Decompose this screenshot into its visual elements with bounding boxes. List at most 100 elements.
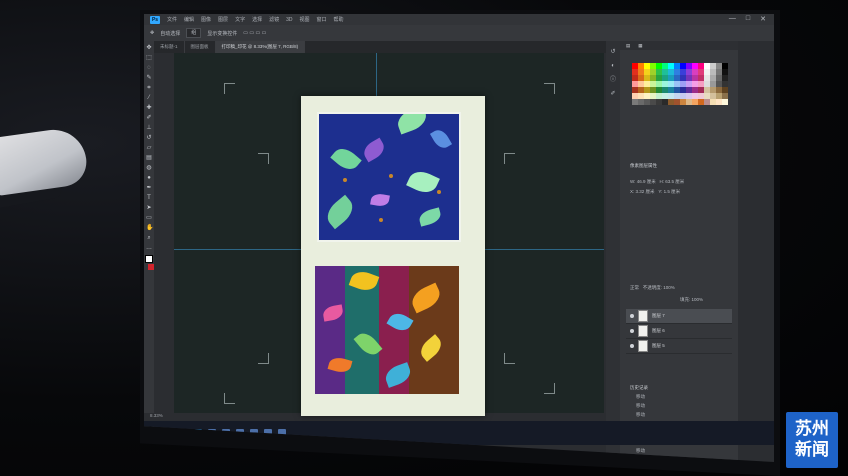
color-panel-tab-icon[interactable]: ▤ <box>626 41 630 50</box>
status-bar: 8.33% <box>144 413 210 421</box>
y-field[interactable]: 1.5 厘米 <box>664 189 681 194</box>
photoshop-window: Ps 文件 编辑 图像 图层 文字 选择 滤镜 3D 视图 窗口 帮助 — □ … <box>144 14 774 462</box>
floral-print-blue[interactable] <box>317 112 461 242</box>
print-dot <box>379 218 383 222</box>
history-icon[interactable]: ↺ <box>610 49 616 55</box>
print-petal <box>360 137 388 163</box>
brush-icon[interactable]: ✐ <box>146 115 152 121</box>
history-step[interactable]: 移动 <box>626 446 732 455</box>
more-tools-icon[interactable]: … <box>146 245 152 251</box>
pen-icon[interactable]: ✒ <box>146 185 152 191</box>
type-icon[interactable]: T <box>146 195 152 201</box>
y-label: Y: <box>658 189 663 194</box>
move-icon[interactable]: ✥ <box>146 45 152 51</box>
visibility-eye-icon[interactable] <box>630 329 634 333</box>
menu-edit[interactable]: 编辑 <box>184 16 194 23</box>
crop-mark <box>258 353 269 364</box>
layer-row-selected[interactable]: 图层 7 <box>626 309 732 324</box>
width-field[interactable]: 46.9 厘米 <box>637 179 656 184</box>
menu-filter[interactable]: 滤镜 <box>269 16 279 23</box>
show-transform-controls-label[interactable]: 显示变换控件 <box>207 30 237 37</box>
fill-field[interactable]: 100% <box>692 297 704 302</box>
healing-icon[interactable]: ✚ <box>146 105 152 111</box>
history-step[interactable]: 移动 <box>626 410 732 419</box>
crop-mark <box>544 83 555 94</box>
watermark-line1: 苏州 <box>795 419 829 439</box>
collapsed-panel-strip: ↺ ◐ ⓘ ✐ <box>606 41 620 462</box>
zoom-level[interactable]: 8.33% <box>150 413 163 418</box>
menu-view[interactable]: 视图 <box>300 16 310 23</box>
print-leaf <box>417 207 443 227</box>
crop-icon[interactable]: ⌗ <box>146 85 152 91</box>
visibility-eye-icon[interactable] <box>630 344 634 348</box>
height-field[interactable]: 63.5 厘米 <box>665 179 684 184</box>
adjustments-icon[interactable]: ◐ <box>610 63 616 69</box>
auto-select-checkbox-label[interactable]: 自动选择 <box>160 30 180 37</box>
layer-row[interactable]: 图层 6 <box>626 324 732 339</box>
foreground-color-swatch[interactable] <box>145 255 153 263</box>
opacity-label: 不透明度: <box>642 285 663 290</box>
lasso-icon[interactable]: ◌ <box>146 65 152 71</box>
suzhou-news-watermark: 苏州 新闻 <box>786 412 838 468</box>
menu-3d[interactable]: 3D <box>286 17 292 23</box>
layer-name: 图层 6 <box>652 328 665 333</box>
menu-image[interactable]: 图像 <box>201 16 211 23</box>
minimize-button[interactable]: — <box>729 15 736 23</box>
auto-select-dropdown[interactable]: 组 <box>186 28 202 38</box>
x-field[interactable]: 3.32 厘米 <box>636 189 655 194</box>
quick-select-icon[interactable]: ✎ <box>146 75 152 81</box>
print-petal <box>429 126 453 152</box>
history-step[interactable]: 移动 <box>626 392 732 401</box>
print-leaf <box>330 143 362 175</box>
background-color-swatch[interactable] <box>148 264 154 270</box>
info-icon[interactable]: ⓘ <box>610 77 616 83</box>
menu-layer[interactable]: 图层 <box>218 16 228 23</box>
stamp-icon[interactable]: ⊥ <box>146 125 152 131</box>
color-swatch[interactable] <box>722 99 728 105</box>
width-label: W: <box>630 179 636 184</box>
document-tab-active[interactable]: 打印稿_印花 @ 8.33%(图层 7, RGB/8) <box>215 41 306 53</box>
eraser-icon[interactable]: ▱ <box>146 145 152 151</box>
history-brush-icon[interactable]: ↺ <box>146 135 152 141</box>
swatches-panel-tab-icon[interactable]: ▦ <box>638 41 642 50</box>
blur-icon[interactable]: ◍ <box>146 165 152 171</box>
close-button[interactable]: ✕ <box>760 15 766 23</box>
properties-panel-title: 像素图层属性 <box>630 163 657 168</box>
layer-thumbnail <box>638 340 648 352</box>
move-tool-icon[interactable]: ✥ <box>150 30 154 36</box>
tools-panel: ✥ ⬚ ◌ ✎ ⌗ ⁄ ✚ ✐ ⊥ ↺ ▱ ▤ ◍ ● ✒ T ➤ ▭ ✋ ⌕ … <box>144 41 154 462</box>
layer-row[interactable]: 图层 5 <box>626 339 732 354</box>
print-petal <box>370 192 390 208</box>
hand-icon[interactable]: ✋ <box>146 225 153 231</box>
document-tab[interactable]: 未标题-1 <box>154 41 185 53</box>
document-artboard[interactable] <box>301 96 485 416</box>
swatches-grid <box>632 63 728 105</box>
menu-file[interactable]: 文件 <box>167 16 177 23</box>
shape-icon[interactable]: ▭ <box>146 215 152 221</box>
dodge-icon[interactable]: ● <box>146 175 152 181</box>
blend-mode-dropdown[interactable]: 正常 <box>630 285 639 290</box>
menu-select[interactable]: 选择 <box>252 16 262 23</box>
brush-settings-icon[interactable]: ✐ <box>610 91 616 97</box>
menu-type[interactable]: 文字 <box>235 16 245 23</box>
menu-window[interactable]: 窗口 <box>317 16 327 23</box>
history-panel-title: 历史记录 <box>630 385 648 390</box>
path-select-icon[interactable]: ➤ <box>146 205 152 211</box>
eyedropper-icon[interactable]: ⁄ <box>146 95 152 101</box>
print-stripe <box>315 266 345 394</box>
history-step[interactable]: 移动 <box>626 401 732 410</box>
align-icons[interactable]: ▭ ▭ ▭ ▭ <box>243 30 266 36</box>
maximize-button[interactable]: □ <box>746 15 750 23</box>
menu-help[interactable]: 帮助 <box>334 16 344 23</box>
gradient-icon[interactable]: ▤ <box>146 155 152 161</box>
photoshop-logo: Ps <box>150 15 160 24</box>
visibility-eye-icon[interactable] <box>630 314 634 318</box>
layer-thumbnail <box>638 310 648 322</box>
opacity-field[interactable]: 100% <box>663 285 675 290</box>
fill-label: 填充: <box>680 297 691 302</box>
document-tab[interactable]: 图层面板 <box>185 41 216 53</box>
floral-print-multicolor[interactable] <box>315 266 459 394</box>
zoom-icon[interactable]: ⌕ <box>146 235 152 241</box>
canvas-area[interactable] <box>174 53 604 416</box>
marquee-icon[interactable]: ⬚ <box>146 55 152 61</box>
